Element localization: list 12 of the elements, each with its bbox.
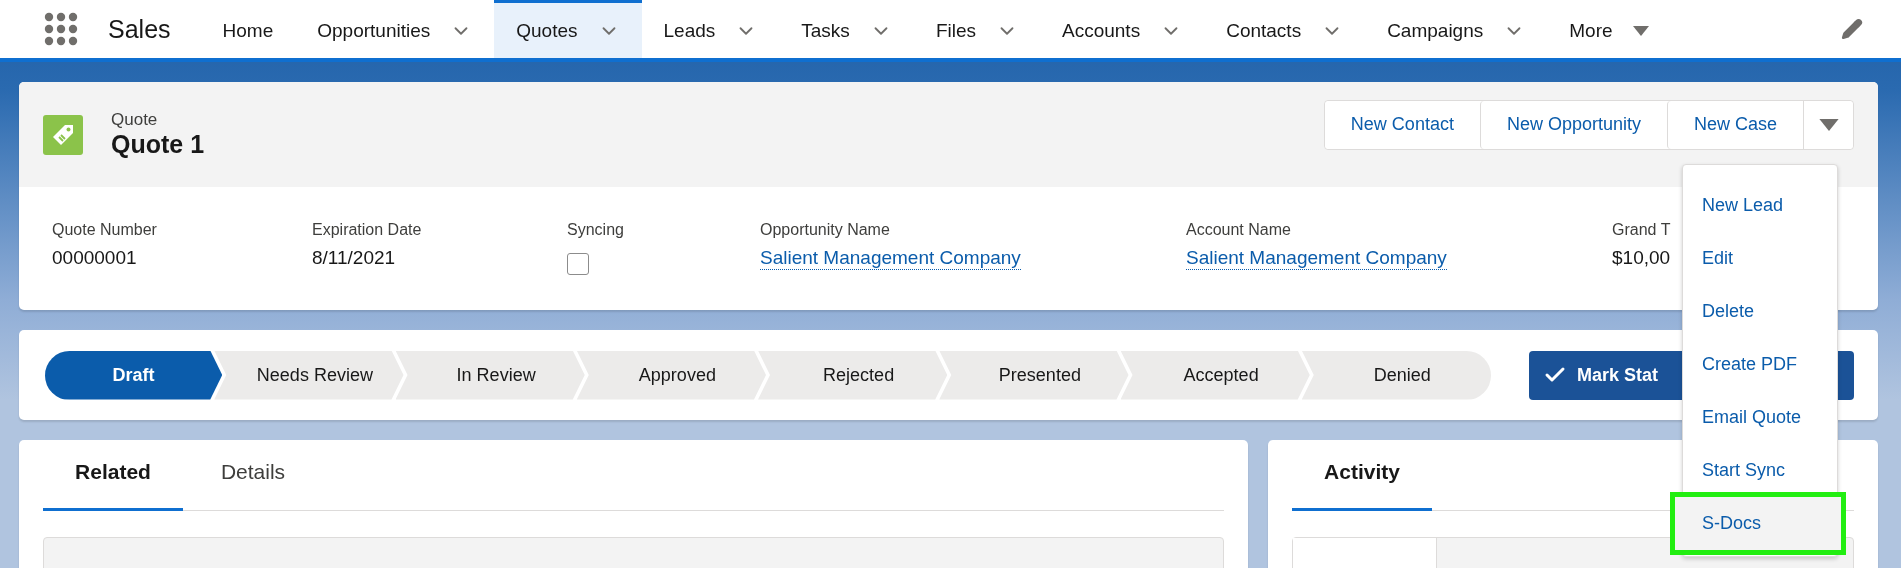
object-type-label: Quote: [111, 110, 159, 130]
field-value: $10,00: [1612, 247, 1671, 269]
field-label: Account Name: [1186, 221, 1291, 239]
field-value: 8/11/2021: [312, 247, 396, 269]
field-label: Quote Number: [52, 221, 157, 239]
field-value: 00000001: [52, 247, 137, 269]
field-label: Expiration Date: [312, 221, 422, 239]
field-label: Grand T: [1612, 221, 1671, 239]
field-label: Syncing: [567, 221, 624, 239]
app-name: Sales: [108, 14, 171, 44]
field-label: Opportunity Name: [760, 221, 890, 239]
record-title: Quote 1: [111, 130, 205, 159]
